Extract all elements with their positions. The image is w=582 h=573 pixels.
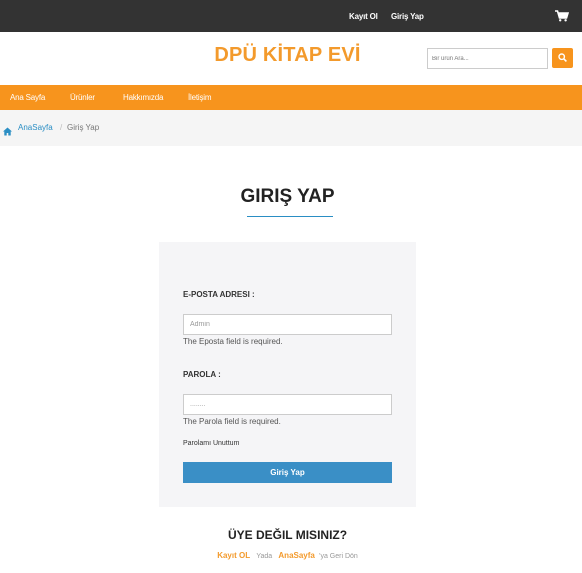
not-member-heading: ÜYE DEĞIL MISINIZ? bbox=[227, 528, 348, 542]
or-text: Yada bbox=[256, 553, 273, 560]
register-prompt: Kayıt OL Yada AnaSayfa 'ya Geri Dön bbox=[0, 551, 575, 560]
page-title: GIRIŞ YAP bbox=[240, 186, 335, 207]
password-error: The Parola field is required. bbox=[183, 417, 281, 426]
register-bottom-link[interactable]: Kayıt OL bbox=[217, 551, 250, 560]
nav-item-about[interactable]: Hakkımızda bbox=[123, 93, 163, 102]
email-field[interactable] bbox=[183, 314, 392, 335]
title-underline bbox=[247, 216, 333, 217]
password-label: PAROLA : bbox=[183, 370, 221, 379]
register-link[interactable]: Kayıt Ol bbox=[349, 12, 378, 21]
main-nav: Ana Sayfa Ürünler Hakkımızda İletişim bbox=[0, 85, 582, 110]
back-text: 'ya Geri Dön bbox=[319, 553, 358, 560]
breadcrumb-home-link[interactable]: AnaSayfa bbox=[18, 123, 53, 132]
breadcrumb-current: Giriş Yap bbox=[67, 123, 100, 132]
login-link[interactable]: Giriş Yap bbox=[391, 12, 424, 21]
nav-item-contact[interactable]: İletişim bbox=[188, 93, 211, 102]
search-icon bbox=[558, 49, 567, 67]
login-submit-button[interactable]: Giriş Yap bbox=[183, 462, 392, 483]
nav-item-products[interactable]: Ürünler bbox=[70, 93, 95, 102]
forgot-password-link[interactable]: Parolamı Unuttum bbox=[183, 440, 239, 447]
nav-item-home[interactable]: Ana Sayfa bbox=[10, 93, 45, 102]
search-input[interactable] bbox=[427, 48, 548, 69]
breadcrumb-separator: / bbox=[60, 123, 63, 132]
search-button[interactable] bbox=[552, 48, 573, 68]
shopping-cart-icon[interactable] bbox=[555, 9, 570, 22]
password-field[interactable] bbox=[183, 394, 392, 415]
top-bar: Kayıt Ol Giriş Yap bbox=[0, 0, 582, 32]
email-error: The Eposta field is required. bbox=[183, 337, 283, 346]
email-label: E-POSTA ADRESI : bbox=[183, 290, 255, 299]
home-bottom-link[interactable]: AnaSayfa bbox=[278, 551, 314, 560]
home-icon[interactable] bbox=[3, 123, 12, 136]
